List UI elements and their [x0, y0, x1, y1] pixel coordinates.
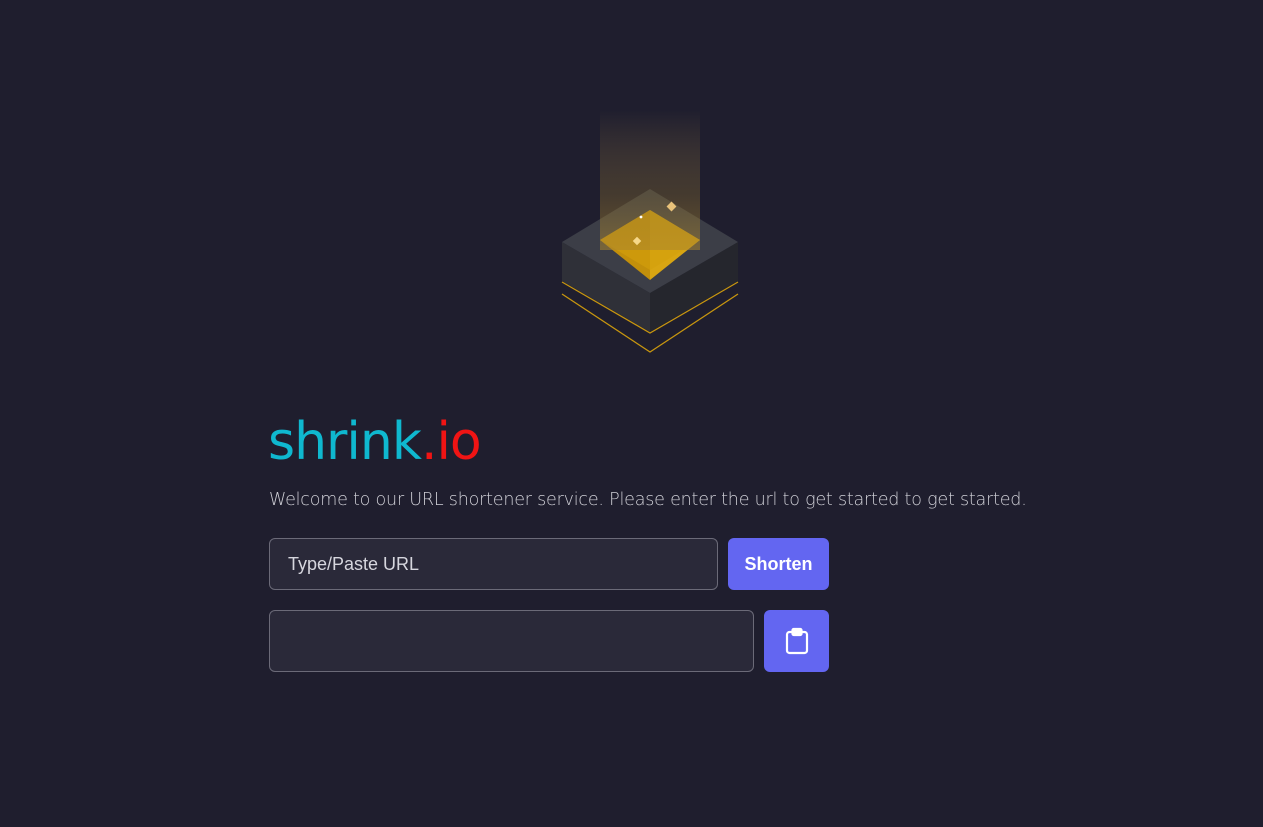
clipboard-icon: [785, 627, 808, 655]
copy-button[interactable]: [764, 610, 829, 672]
brand-tld: .io: [420, 412, 482, 472]
short-url-output[interactable]: [269, 610, 754, 672]
brand-title: shrink.io: [268, 412, 482, 472]
hero-illustration: [561, 110, 739, 353]
url-input[interactable]: [269, 538, 718, 590]
brand-name: shrink: [268, 412, 422, 472]
shorten-button[interactable]: Shorten: [728, 538, 829, 590]
tagline: Welcome to our URL shortener service. Pl…: [269, 490, 1027, 510]
light-beam: [600, 110, 700, 250]
